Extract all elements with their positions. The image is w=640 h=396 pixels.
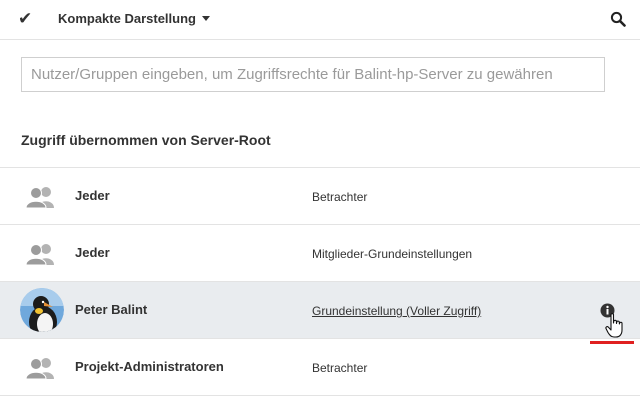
compact-view-label: Kompakte Darstellung xyxy=(58,11,196,26)
compact-view-dropdown[interactable]: Kompakte Darstellung xyxy=(58,10,210,28)
row-role: Betrachter xyxy=(312,361,368,375)
annotation-underline xyxy=(590,341,634,344)
toolbar: ✔ Kompakte Darstellung xyxy=(0,0,640,40)
permission-row[interactable]: Projekt-Administratoren Betrachter xyxy=(0,339,640,396)
group-icon xyxy=(25,187,54,208)
permission-row[interactable]: Jeder Betrachter xyxy=(0,168,640,225)
group-icon xyxy=(25,358,54,379)
user-group-search-input[interactable] xyxy=(21,57,605,92)
role-link[interactable]: Grundeinstellung (Voller Zugriff) xyxy=(312,303,481,319)
row-name: Jeder xyxy=(75,245,110,260)
hand-cursor-icon xyxy=(605,313,623,338)
section-title: Zugriff übernommen von Server-Root xyxy=(21,132,271,148)
user-avatar xyxy=(20,288,64,332)
row-role: Betrachter xyxy=(312,190,368,204)
group-icon xyxy=(25,244,54,265)
search-icon[interactable] xyxy=(610,11,626,27)
permission-list: Jeder Betrachter Jeder Mitglieder-Grunde… xyxy=(0,167,640,396)
row-name: Peter Balint xyxy=(75,302,148,317)
chevron-down-icon xyxy=(201,16,210,21)
permission-row-selected[interactable]: Peter Balint Grundeinstellung (Voller Zu… xyxy=(0,282,640,339)
row-name: Jeder xyxy=(75,188,110,203)
check-icon[interactable]: ✔ xyxy=(18,9,32,29)
row-role: Mitglieder-Grundeinstellungen xyxy=(312,247,473,261)
permission-row[interactable]: Jeder Mitglieder-Grundeinstellungen xyxy=(0,225,640,282)
row-name: Projekt-Administratoren xyxy=(75,359,224,374)
